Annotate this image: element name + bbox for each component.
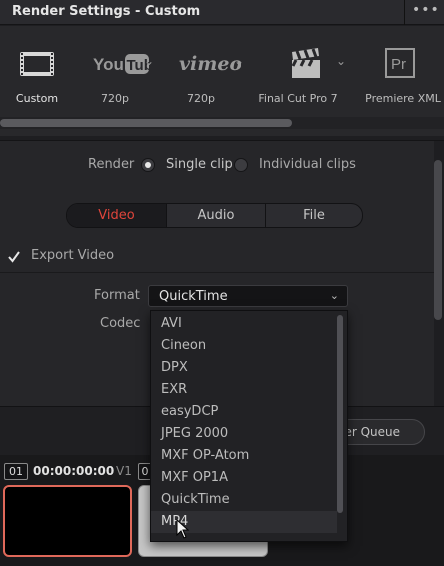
premiere-pr-icon: Pr <box>362 48 444 80</box>
chevron-down-icon[interactable]: ⌄ <box>234 54 244 68</box>
film-frame-icon <box>8 48 66 80</box>
format-option-avi[interactable]: AVI <box>151 313 337 335</box>
export-video-label[interactable]: Export Video <box>31 248 114 263</box>
format-option-jpeg2000[interactable]: JPEG 2000 <box>151 423 337 445</box>
preset-label: Custom <box>15 92 59 105</box>
format-option-cineon[interactable]: Cineon <box>151 335 337 357</box>
checkmark-icon <box>8 251 20 263</box>
format-dropdown-list: AVI Cineon DPX EXR easyDCP JPEG 2000 MXF… <box>150 310 348 542</box>
chevron-down-icon[interactable]: ⌄ <box>336 54 346 68</box>
preset-label: Final Cut Pro 7 <box>258 92 338 105</box>
svg-text:You: You <box>93 55 124 74</box>
svg-text:vimeo: vimeo <box>179 53 241 75</box>
format-label: Format <box>94 288 140 303</box>
title-bar: Render Settings - Custom ••• <box>0 0 444 25</box>
individual-clips-label[interactable]: Individual clips <box>259 157 356 172</box>
clip-thumbnail[interactable] <box>3 485 132 557</box>
single-clip-label[interactable]: Single clip <box>166 157 233 172</box>
export-video-checkbox[interactable] <box>7 249 21 263</box>
queue-button-label: er Queue <box>344 425 400 439</box>
chevron-down-icon: ⌄ <box>329 289 339 302</box>
preset-youtube[interactable]: You Tube ⌄ 720p <box>80 26 162 126</box>
dropdown-scrollbar[interactable] <box>337 315 343 513</box>
clip-track: V1 <box>116 464 132 478</box>
preset-scrollbar[interactable] <box>0 119 292 127</box>
title-divider <box>404 0 405 25</box>
codec-label: Codec <box>100 316 141 331</box>
preset-custom[interactable]: Custom <box>8 26 66 126</box>
format-option-mxf-op1a[interactable]: MXF OP1A <box>151 467 337 489</box>
preset-final-cut[interactable]: ⌄ Final Cut Pro 7 <box>256 26 356 126</box>
ellipsis-icon[interactable]: ••• <box>412 2 440 18</box>
chevron-down-icon[interactable]: ⌄ <box>144 54 154 68</box>
preset-label: 720p <box>101 92 129 105</box>
tab-video[interactable]: Video <box>67 204 166 227</box>
format-option-quicktime[interactable]: QuickTime <box>151 489 337 511</box>
format-select[interactable]: QuickTime ⌄ <box>148 285 348 307</box>
render-label: Render <box>88 157 135 172</box>
divider <box>0 272 434 273</box>
format-option-exr[interactable]: EXR <box>151 379 337 401</box>
individual-clips-radio[interactable] <box>234 158 248 172</box>
format-option-easydcp[interactable]: easyDCP <box>151 401 337 423</box>
single-clip-radio[interactable] <box>141 158 155 172</box>
format-option-dpx[interactable]: DPX <box>151 357 337 379</box>
settings-scrollbar[interactable] <box>434 160 442 320</box>
format-value: QuickTime <box>159 289 228 304</box>
clip-timecode: 00:00:00:00 <box>33 464 115 478</box>
preset-premiere-xml[interactable]: Pr Premiere XML <box>362 26 444 126</box>
mouse-pointer-icon <box>176 518 190 539</box>
preset-label: 720p <box>187 92 215 105</box>
preset-vimeo[interactable]: vimeo ⌄ 720p <box>168 26 248 126</box>
window-title: Render Settings - Custom <box>12 4 201 19</box>
settings-tabs: Video Audio File <box>66 203 363 228</box>
format-option-mxf-op-atom[interactable]: MXF OP-Atom <box>151 445 337 467</box>
preset-label: Premiere XML <box>365 92 441 105</box>
tab-audio[interactable]: Audio <box>166 204 265 227</box>
tab-file[interactable]: File <box>265 204 362 227</box>
svg-text:Pr: Pr <box>391 56 406 73</box>
clip-number-badge: 01 <box>4 463 28 480</box>
